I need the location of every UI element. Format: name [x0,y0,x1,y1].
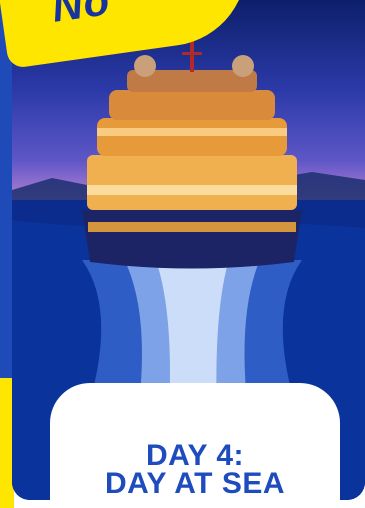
day-caption: DAY 4: DAY AT SEA [50,383,340,508]
caption-line-2: DAY AT SEA [104,467,286,500]
caption-line-1: DAY 4: [145,439,245,472]
slide-card: No DAY 4: DAY AT SEA [0,0,365,508]
